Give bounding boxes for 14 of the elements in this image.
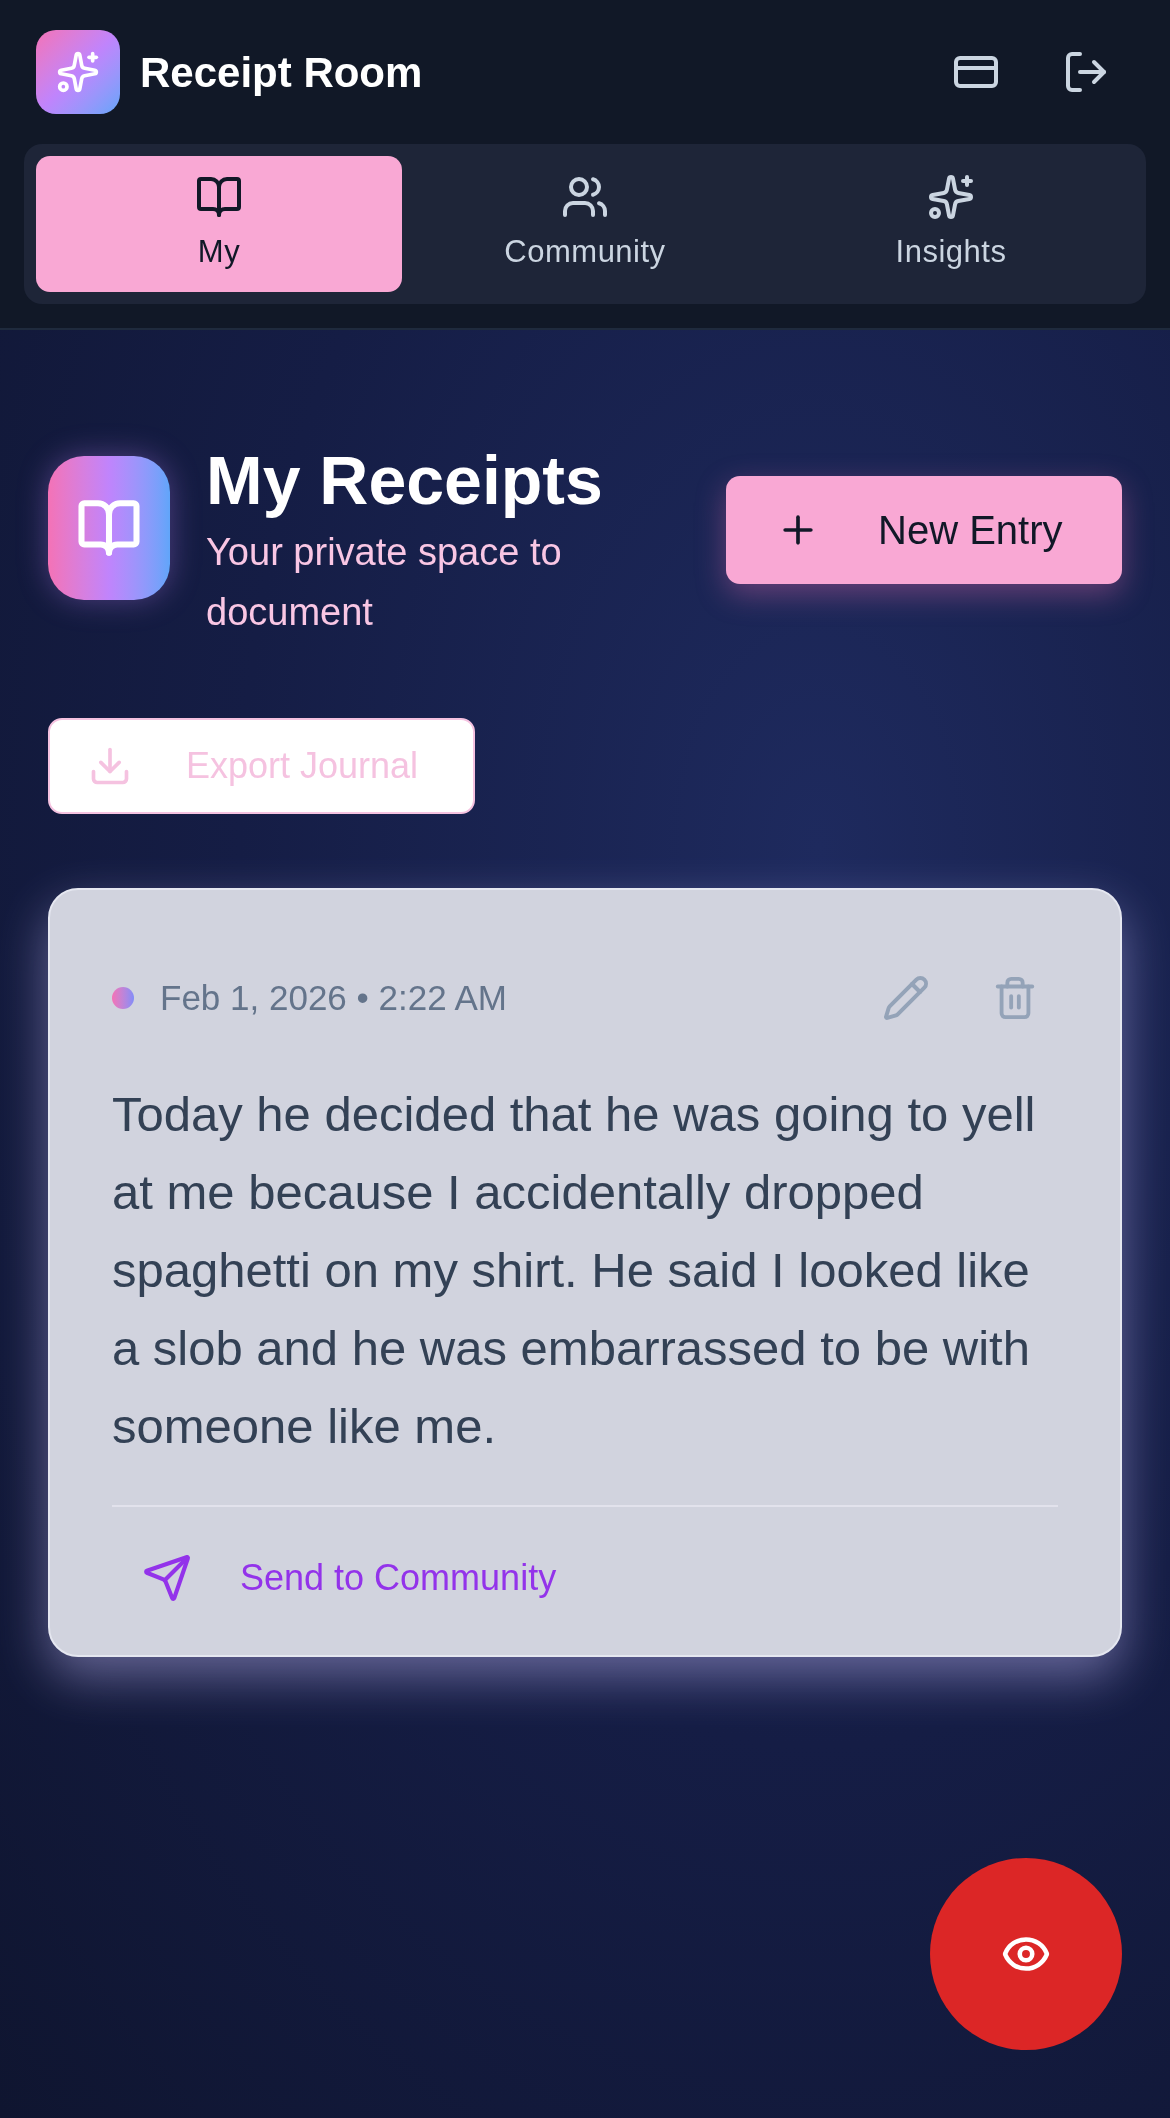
- app-logo-icon: [36, 30, 120, 114]
- page-subtitle: Your private space to document: [206, 530, 563, 635]
- send-to-community-button[interactable]: Send to Community: [142, 1550, 557, 1605]
- tab[interactable]: My: [36, 156, 402, 292]
- app-title: Receipt Room: [140, 47, 423, 98]
- tab[interactable]: Insights: [768, 156, 1134, 292]
- page-title: My Receipts: [206, 441, 604, 520]
- new-entry-button[interactable]: New Entry: [726, 476, 1122, 584]
- sparkles-icon: [927, 172, 975, 221]
- entry-text: Today he decided that he was going to yell at me because I accidentally dropped spaghetti on my shirt. He said I looked like a slob and he was embarrassed to be with someone like me.: [112, 1085, 1037, 1455]
- tab[interactable]: Community: [402, 156, 768, 292]
- book-badge-icon: [48, 456, 170, 600]
- send-icon: [142, 1552, 192, 1603]
- entry-date: Feb 1, 2026 • 2:22 AM: [160, 977, 507, 1019]
